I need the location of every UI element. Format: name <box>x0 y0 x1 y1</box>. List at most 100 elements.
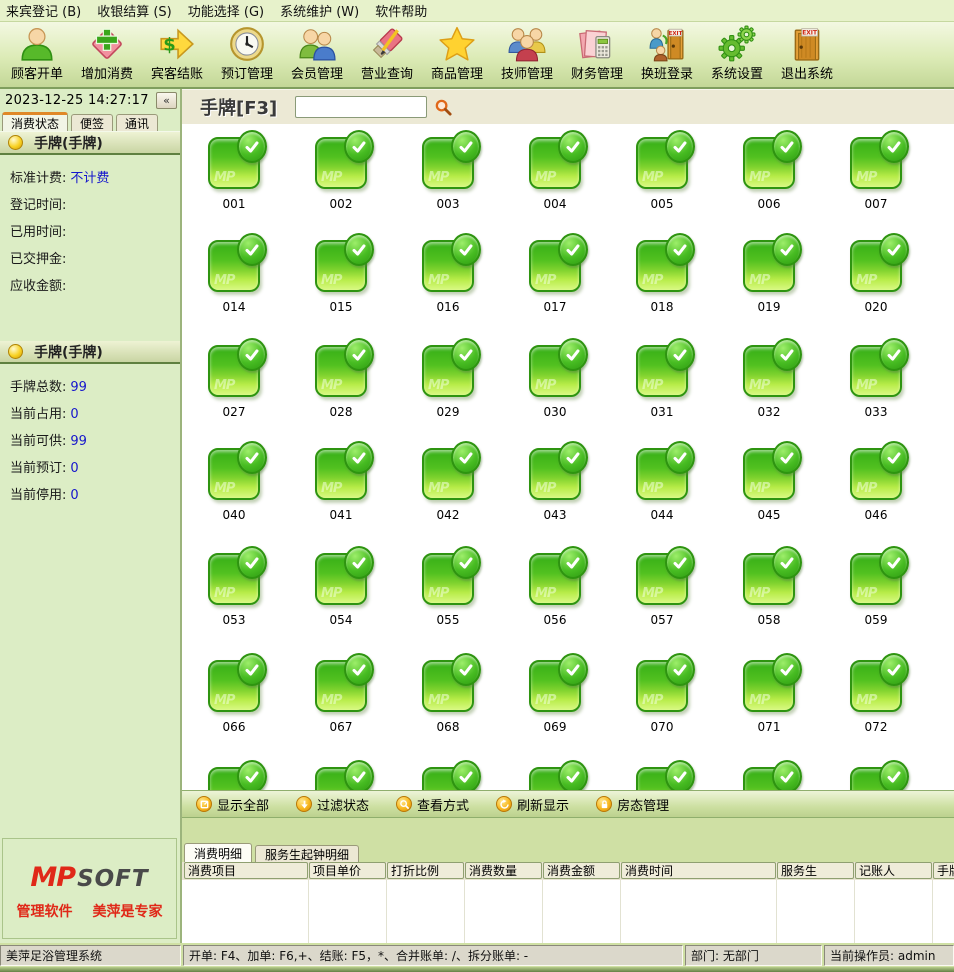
hand-tag[interactable]: MP019 <box>716 240 822 314</box>
menu-item[interactable]: 功能选择 (G) <box>188 1 264 20</box>
hand-tag[interactable]: MP028 <box>288 345 394 419</box>
hand-tag-number: 057 <box>609 613 715 627</box>
hand-tag[interactable]: MP018 <box>609 240 715 314</box>
toolbar-button-finance[interactable]: 财务管理 <box>562 24 632 85</box>
hand-tag[interactable]: MP033 <box>823 345 929 419</box>
hand-tag[interactable]: MP020 <box>823 240 929 314</box>
hand-tag[interactable]: MP053 <box>182 553 287 627</box>
hand-tag[interactable]: MP056 <box>502 553 608 627</box>
hand-tag[interactable]: MP031 <box>609 345 715 419</box>
info-label: 手牌总数: <box>10 380 66 395</box>
hand-tag[interactable]: MP029 <box>395 345 501 419</box>
hand-tag[interactable]: MP006 <box>716 137 822 211</box>
hand-tag[interactable]: MP068 <box>395 660 501 734</box>
mp-watermark: MP <box>642 378 662 393</box>
hand-tag[interactable]: MP057 <box>609 553 715 627</box>
hand-tag[interactable]: MP <box>182 767 287 790</box>
hand-tag[interactable]: MP040 <box>182 448 287 522</box>
search-icon[interactable] <box>434 98 453 117</box>
action-button-filter-status[interactable]: 过滤状态 <box>296 795 369 814</box>
hand-tag[interactable]: MP032 <box>716 345 822 419</box>
column-header[interactable]: 消费项目 <box>184 862 308 879</box>
hand-tag[interactable]: MP <box>502 767 608 790</box>
brand-slogan-right: 美萍是专家 <box>93 901 163 921</box>
mp-watermark: MP <box>321 378 341 393</box>
section-rows: 手牌总数:99当前占用:0当前可供:99当前预订:0当前停用:0 <box>0 364 180 509</box>
hand-tag[interactable]: MP045 <box>716 448 822 522</box>
check-badge-icon <box>344 546 374 579</box>
hand-tag[interactable]: MP070 <box>609 660 715 734</box>
menu-item[interactable]: 系统维护 (W) <box>280 1 359 20</box>
toolbar-button-exit[interactable]: EXIT退出系统 <box>772 24 842 85</box>
column-header[interactable]: 项目单价 <box>309 862 386 879</box>
mp-watermark: MP <box>856 586 876 601</box>
check-badge-icon <box>879 441 909 474</box>
toolbar-button-technician[interactable]: 技师管理 <box>492 24 562 85</box>
action-button-refresh[interactable]: 刷新显示 <box>496 795 569 814</box>
hand-tag[interactable]: MP072 <box>823 660 929 734</box>
hand-tag[interactable]: MP066 <box>182 660 287 734</box>
hand-tag[interactable]: MP <box>288 767 394 790</box>
menu-item[interactable]: 软件帮助 <box>375 1 427 20</box>
hand-tag[interactable]: MP058 <box>716 553 822 627</box>
hand-tag[interactable]: MP055 <box>395 553 501 627</box>
sidebar-tab-consume-status[interactable]: 消费状态 <box>2 112 68 131</box>
toolbar-button-add-consume[interactable]: 增加消费 <box>72 24 142 85</box>
action-button-view-mode[interactable]: 查看方式 <box>396 795 469 814</box>
hand-tag[interactable]: MP003 <box>395 137 501 211</box>
mp-watermark: MP <box>856 273 876 288</box>
hand-tag[interactable]: MP015 <box>288 240 394 314</box>
hand-tag[interactable]: MP071 <box>716 660 822 734</box>
column-header[interactable]: 消费数量 <box>465 862 542 879</box>
toolbar-button-customer[interactable]: 顾客开单 <box>2 24 72 85</box>
hand-tag[interactable]: MP067 <box>288 660 394 734</box>
hand-tag[interactable]: MP <box>716 767 822 790</box>
hand-tag[interactable]: MP030 <box>502 345 608 419</box>
hand-tag[interactable]: MP044 <box>609 448 715 522</box>
hand-tag[interactable]: MP <box>823 767 929 790</box>
hand-tag[interactable]: MP043 <box>502 448 608 522</box>
collapse-sidebar-button[interactable]: « <box>156 92 177 109</box>
search-input[interactable] <box>295 96 427 118</box>
sidebar-tab-communication[interactable]: 通讯 <box>116 114 158 131</box>
toolbar-button-checkout[interactable]: $宾客结账 <box>142 24 212 85</box>
hand-tag[interactable]: MP005 <box>609 137 715 211</box>
hand-tag[interactable]: MP041 <box>288 448 394 522</box>
menu-item[interactable]: 来宾登记 (B) <box>6 1 81 20</box>
column-header[interactable]: 服务生 <box>777 862 854 879</box>
column-header[interactable]: 手牌 <box>933 862 954 879</box>
hand-tag[interactable]: MP046 <box>823 448 929 522</box>
column-header[interactable]: 消费金额 <box>543 862 620 879</box>
detail-tab-consume-detail[interactable]: 消费明细 <box>184 843 252 862</box>
hand-tag[interactable]: MP027 <box>182 345 287 419</box>
hand-tag[interactable]: MP007 <box>823 137 929 211</box>
toolbar-button-business-query[interactable]: 营业查询 <box>352 24 422 85</box>
toolbar-button-goods[interactable]: 商品管理 <box>422 24 492 85</box>
toolbar-button-member[interactable]: 会员管理 <box>282 24 352 85</box>
hand-tag[interactable]: MP014 <box>182 240 287 314</box>
hand-tag[interactable]: MP042 <box>395 448 501 522</box>
hand-tag[interactable]: MP054 <box>288 553 394 627</box>
column-header[interactable]: 消费时间 <box>621 862 776 879</box>
check-badge-icon <box>772 653 802 686</box>
hand-tag[interactable]: MP <box>609 767 715 790</box>
hand-tag[interactable]: MP059 <box>823 553 929 627</box>
hand-tag[interactable]: MP017 <box>502 240 608 314</box>
hand-tag[interactable]: MP069 <box>502 660 608 734</box>
hand-tag[interactable]: MP016 <box>395 240 501 314</box>
hand-tag[interactable]: MP002 <box>288 137 394 211</box>
column-header[interactable]: 记账人 <box>855 862 932 879</box>
action-button-room-status[interactable]: 房态管理 <box>596 795 669 814</box>
menu-item[interactable]: 收银结算 (S) <box>97 1 172 20</box>
hand-tag-number: 056 <box>502 613 608 627</box>
toolbar-button-settings[interactable]: 系统设置 <box>702 24 772 85</box>
action-button-show-all[interactable]: 显示全部 <box>196 795 269 814</box>
hand-tag[interactable]: MP001 <box>182 137 287 211</box>
column-header[interactable]: 打折比例 <box>387 862 464 879</box>
toolbar-button-shift-login[interactable]: EXIT换班登录 <box>632 24 702 85</box>
detail-tab-server-clock-detail[interactable]: 服务生起钟明细 <box>255 845 359 862</box>
sidebar-tab-notes[interactable]: 便签 <box>71 114 113 131</box>
hand-tag[interactable]: MP004 <box>502 137 608 211</box>
toolbar-button-reservation[interactable]: 预订管理 <box>212 24 282 85</box>
hand-tag[interactable]: MP <box>395 767 501 790</box>
